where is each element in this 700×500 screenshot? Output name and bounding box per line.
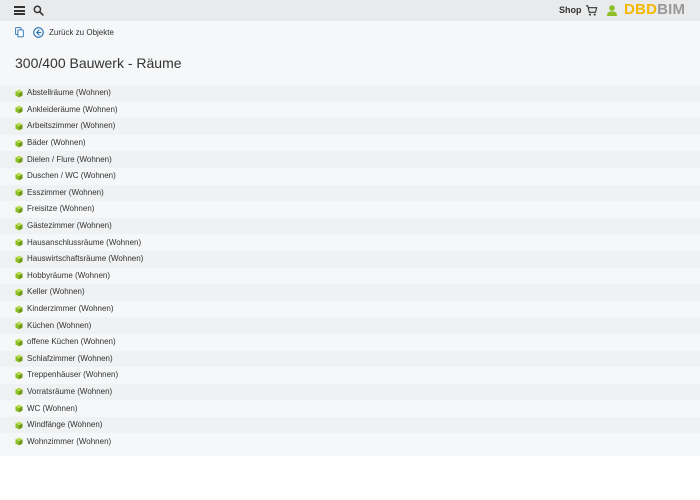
room-label: WC (Wohnen) (27, 403, 78, 413)
list-item[interactable]: Schlafzimmer (Wohnen) (0, 350, 700, 368)
cube-icon (15, 155, 23, 164)
cube-icon (15, 205, 23, 214)
room-label: Keller (Wohnen) (27, 287, 85, 297)
list-item[interactable]: Kinderzimmer (Wohnen) (0, 300, 700, 318)
room-label: Schlafzimmer (Wohnen) (27, 353, 113, 363)
cube-icon (15, 271, 23, 280)
room-label: Abstellräume (Wohnen) (27, 88, 111, 98)
cube-icon (15, 404, 23, 413)
list-item[interactable]: Esszimmer (Wohnen) (0, 184, 700, 202)
room-label: Hobbyräume (Wohnen) (27, 270, 111, 280)
page-title: 300/400 Bauwerk - Räume (15, 55, 182, 71)
dbdbim-logo[interactable]: DBDBIM (624, 0, 685, 21)
room-label: Vorratsräume (Wohnen) (27, 386, 113, 396)
room-label: Kinderzimmer (Wohnen) (27, 304, 114, 314)
room-label: Windfänge (Wohnen) (27, 420, 103, 430)
cube-icon (15, 255, 23, 264)
room-label: Arbeitszimmer (Wohnen) (27, 121, 116, 131)
list-item[interactable]: Küchen (Wohnen) (0, 317, 700, 334)
list-item[interactable]: Bäder (Wohnen) (0, 134, 700, 152)
list-item[interactable]: Ankleideräume (Wohnen) (0, 101, 700, 119)
cube-icon (15, 222, 23, 230)
list-item[interactable]: Hausanschlussräume (Wohnen) (0, 234, 700, 251)
list-item[interactable]: Dielen / Flure (Wohnen) (0, 151, 700, 168)
cube-icon (15, 89, 23, 98)
cube-icon (15, 122, 23, 131)
menu-line (14, 13, 25, 15)
cube-icon (15, 188, 23, 197)
list-item[interactable]: Hauswirtschaftsräume (Wohnen) (0, 250, 700, 268)
list-item[interactable]: Arbeitszimmer (Wohnen) (0, 118, 700, 135)
list-item[interactable]: Duschen / WC (Wohnen) (0, 167, 700, 185)
hamburger-menu-icon[interactable] (14, 6, 25, 15)
room-label: Bäder (Wohnen) (27, 138, 86, 148)
room-label: offene Küchen (Wohnen) (27, 337, 116, 347)
room-label: Treppenhäuser (Wohnen) (27, 370, 119, 380)
room-list: Abstellräume (Wohnen) Ankleideräume (Wohn… (0, 85, 700, 451)
menu-line (14, 6, 25, 8)
cube-icon (15, 288, 23, 297)
cube-icon (15, 172, 23, 181)
cube-icon (15, 388, 23, 396)
copy-icon[interactable] (15, 27, 24, 38)
cube-icon (15, 305, 23, 313)
room-label: Dielen / Flure (Wohnen) (27, 154, 112, 164)
cube-icon (15, 371, 23, 380)
list-item[interactable]: Keller (Wohnen) (0, 284, 700, 301)
room-label: Esszimmer (Wohnen) (27, 187, 104, 197)
menu-line (14, 9, 25, 12)
shop-link[interactable]: Shop (559, 4, 582, 17)
list-item[interactable]: Windfänge (Wohnen) (0, 416, 700, 434)
room-label: Hausanschlussräume (Wohnen) (27, 237, 142, 247)
cube-icon (15, 338, 23, 347)
cube-icon (15, 238, 23, 247)
shopping-cart-icon[interactable] (585, 4, 598, 17)
list-item[interactable]: Wohnzimmer (Wohnen) (0, 433, 700, 451)
search-icon[interactable] (33, 5, 44, 16)
arrow-left-circle-icon[interactable] (33, 27, 44, 38)
cube-icon (15, 105, 23, 114)
list-item[interactable]: WC (Wohnen) (0, 400, 700, 417)
list-item[interactable]: offene Küchen (Wohnen) (0, 333, 700, 351)
cube-icon (15, 421, 23, 430)
room-label: Wohnzimmer (Wohnen) (27, 436, 112, 446)
room-label: Küchen (Wohnen) (27, 320, 92, 330)
user-icon[interactable] (606, 4, 618, 17)
list-item[interactable]: Gästezimmer (Wohnen) (0, 217, 700, 235)
back-to-objects-link[interactable]: Zurück zu Objekte (49, 26, 114, 39)
cube-icon (15, 437, 23, 446)
room-label: Hauswirtschaftsräume (Wohnen) (27, 254, 144, 264)
cube-icon (15, 354, 23, 363)
room-label: Gästezimmer (Wohnen) (27, 221, 112, 231)
list-item[interactable]: Freisitze (Wohnen) (0, 201, 700, 218)
logo-text-bim: BIM (657, 1, 686, 18)
room-label: Freisitze (Wohnen) (27, 204, 95, 214)
main-content: Zurück zu Objekte 300/400 Bauwerk - Räum… (0, 21, 700, 456)
cube-icon (15, 139, 23, 147)
top-navigation-bar: Shop DBDBIM (0, 0, 700, 21)
logo-text-dbd: DBD (624, 1, 658, 18)
navigation-row: Zurück zu Objekte (15, 26, 114, 39)
list-item[interactable]: Hobbyräume (Wohnen) (0, 267, 700, 285)
cube-icon (15, 321, 23, 330)
list-item[interactable]: Abstellräume (Wohnen) (0, 85, 700, 102)
list-item[interactable]: Vorratsräume (Wohnen) (0, 383, 700, 401)
list-item[interactable]: Treppenhäuser (Wohnen) (0, 367, 700, 384)
room-label: Ankleideräume (Wohnen) (27, 104, 118, 114)
room-label: Duschen / WC (Wohnen) (27, 171, 116, 181)
